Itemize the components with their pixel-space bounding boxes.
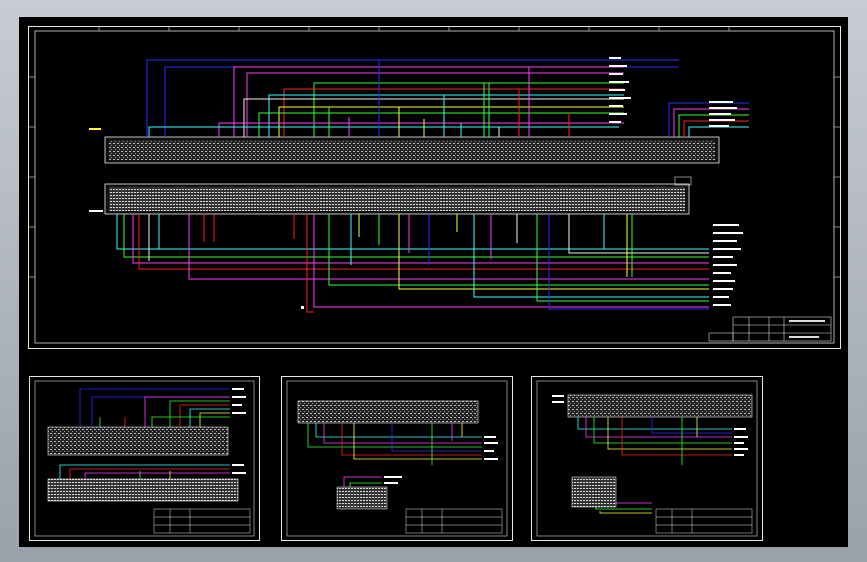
sheet-1[interactable] xyxy=(29,376,260,541)
cad-viewport[interactable] xyxy=(19,17,848,547)
main-schematic-drawing xyxy=(29,27,840,344)
sheet-1-schematic-drawing xyxy=(34,380,255,537)
sheet-main[interactable] xyxy=(28,26,841,349)
sheet-2[interactable] xyxy=(281,376,513,541)
sheet-2-schematic-drawing xyxy=(286,380,508,537)
upper-connector-block xyxy=(104,136,720,164)
lower-connector-block xyxy=(104,176,692,215)
sheet-3-schematic-drawing xyxy=(536,380,758,537)
sheet-3[interactable] xyxy=(531,376,763,541)
